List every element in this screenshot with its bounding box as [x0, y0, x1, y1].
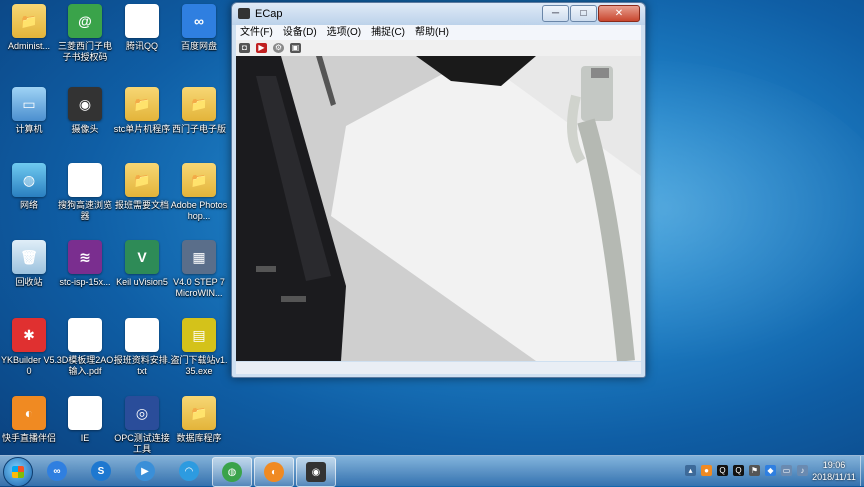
sogou-icon: S — [91, 461, 111, 481]
camera-icon: ◉ — [68, 87, 102, 121]
clock-date: 2018/11/11 — [812, 472, 856, 482]
weather-icon: ◠ — [179, 461, 199, 481]
folder-icon: 📁 — [182, 87, 216, 121]
image-icon[interactable]: ▣ — [290, 43, 301, 53]
desktop-icon-photoshop[interactable]: 📁 Adobe Photoshop... — [170, 163, 228, 222]
desktop-icon-computer[interactable]: ▭ 计算机 — [0, 87, 58, 135]
ie-icon: e — [68, 396, 102, 430]
document-icon: @ — [68, 4, 102, 38]
desktop-icon-ie[interactable]: e IE — [56, 396, 114, 444]
status-bar — [236, 362, 641, 374]
folder-icon: 📁 — [182, 396, 216, 430]
system-tray: ▴ ● Q Q ⚑ ◆ ▭ ♪ — [685, 465, 808, 476]
tray-shield-icon[interactable]: ◆ — [765, 465, 776, 476]
folder-icon: 📁 — [125, 87, 159, 121]
menu-capture[interactable]: 捕捉(C) — [371, 25, 405, 40]
close-button[interactable]: ✕ — [598, 5, 640, 22]
opc-icon: ◎ — [125, 396, 159, 430]
clock-time: 19:06 — [822, 460, 846, 470]
desktop-icon-database[interactable]: 📁 数据库程序 — [170, 396, 228, 444]
ykbuilder-icon: ✱ — [12, 318, 46, 352]
globe-icon: ◍ — [222, 462, 242, 482]
desktop-icon-pdf-file[interactable]: A 3D模板理2AO输入.pdf — [56, 318, 114, 377]
toolbar: ◘ ▶ ⚙ ▣ — [236, 40, 641, 57]
folder-icon: 📁 — [182, 163, 216, 197]
clock[interactable]: 19:06 2018/11/11 — [808, 459, 860, 483]
desktop-icon-kuaishou[interactable]: ◐ 快手直播伴侣 — [0, 396, 58, 444]
desktop-icon-txt-file[interactable]: ≡ 报班资料安排.txt — [113, 318, 171, 377]
installer-icon: ▤ — [182, 318, 216, 352]
desktop-icon-recycle-bin[interactable]: 🗑 回收站 — [0, 240, 58, 288]
taskbar-sogou-browser[interactable]: S — [82, 457, 120, 485]
text-file-icon: ≡ — [125, 318, 159, 352]
pdf-icon: A — [68, 318, 102, 352]
desktop-icon-ebook-license[interactable]: @ 三菱西门子电子书授权码 — [56, 4, 114, 63]
cloud-icon: ∞ — [182, 4, 216, 38]
tray-orange-icon[interactable]: ● — [701, 465, 712, 476]
stc-isp-icon: ≋ — [68, 240, 102, 274]
desktop-icon-opc-tool[interactable]: ◎ OPC测试连接工具 — [113, 396, 171, 455]
tray-monitor-icon[interactable]: ▭ — [781, 465, 792, 476]
maximize-button[interactable]: □ — [570, 5, 597, 22]
camera-icon: ◉ — [306, 462, 326, 482]
tray-volume-icon[interactable]: ♪ — [797, 465, 808, 476]
media-play-icon: ▶ — [135, 461, 155, 481]
menu-file[interactable]: 文件(F) — [240, 25, 273, 40]
keil-icon: V — [125, 240, 159, 274]
desktop-icon-stc-programs[interactable]: 📁 stc单片机程序 — [113, 87, 171, 135]
desktop-icon-ykbuilder[interactable]: ✱ YKBuilder V5.0 — [0, 318, 58, 377]
computer-icon: ▭ — [12, 87, 46, 121]
menu-help[interactable]: 帮助(H) — [415, 25, 449, 40]
camera-feed-image — [236, 56, 641, 361]
qq-penguin-icon: Q — [125, 4, 159, 38]
desktop-icon-exe-file[interactable]: ▤ 盗门下载站v1.35.exe — [170, 318, 228, 377]
taskbar-kuaishou[interactable]: ◐ — [254, 457, 294, 487]
desktop-icon-step7-microwin[interactable]: ▦ V4.0 STEP 7 MicroWIN... — [170, 240, 228, 299]
start-button[interactable] — [3, 457, 33, 487]
tray-flag-icon[interactable]: ⚑ — [749, 465, 760, 476]
desktop-icon-sogou-browser[interactable]: S 搜狗高速浏览器 — [56, 163, 114, 222]
menu-device[interactable]: 设备(D) — [283, 25, 317, 40]
desktop-icon-administrator[interactable]: 📁 Administ... — [0, 4, 58, 52]
folder-icon: 📁 — [12, 4, 46, 38]
cloud-icon: ∞ — [47, 461, 67, 481]
camera-preview — [236, 56, 641, 361]
menu-options[interactable]: 选项(O) — [327, 25, 361, 40]
folder-icon: 📁 — [125, 163, 159, 197]
desktop-icon-keil[interactable]: V Keil uVision5 — [113, 240, 171, 288]
kuaishou-icon: ◐ — [264, 462, 284, 482]
recycle-bin-icon: 🗑 — [12, 240, 46, 274]
desktop-icon-qq[interactable]: Q 腾讯QQ — [113, 4, 171, 52]
sogou-icon: S — [68, 163, 102, 197]
record-icon[interactable]: ▶ — [256, 43, 267, 53]
taskbar-ecap[interactable]: ◉ — [296, 457, 336, 487]
kuaishou-icon: ◐ — [12, 396, 46, 430]
taskbar-weather[interactable]: ◠ — [170, 457, 208, 485]
taskbar-media-player[interactable]: ▶ — [126, 457, 164, 485]
taskbar: ∞ S ▶ ◠ ◍ ◐ ◉ ▴ ● Q Q ⚑ ◆ ▭ ♪ 19:06 2018… — [0, 455, 864, 487]
tray-qq2-icon[interactable]: Q — [733, 465, 744, 476]
desktop-icon-network[interactable]: ◍ 网络 — [0, 163, 58, 211]
desktop-icon-siemens-edition[interactable]: 📁 西门子电子版 — [170, 87, 228, 135]
tray-qq-icon[interactable]: Q — [717, 465, 728, 476]
desktop-icon-stc-isp[interactable]: ≋ stc-isp-15x... — [56, 240, 114, 288]
show-desktop-button[interactable] — [860, 456, 864, 486]
ecap-window: ECap ─ □ ✕ 文件(F) 设备(D) 选项(O) 捕捉(C) 帮助(H)… — [231, 2, 646, 378]
microwin-icon: ▦ — [182, 240, 216, 274]
network-globe-icon: ◍ — [12, 163, 46, 197]
taskbar-baidu-netdisk[interactable]: ∞ — [38, 457, 76, 485]
snapshot-icon[interactable]: ◘ — [239, 43, 250, 53]
taskbar-network-app[interactable]: ◍ — [212, 457, 252, 487]
app-camera-icon — [238, 8, 250, 19]
window-titlebar[interactable]: ECap ─ □ ✕ — [232, 3, 645, 25]
desktop-icon-baidu-netdisk[interactable]: ∞ 百度网盘 — [170, 4, 228, 52]
menu-bar: 文件(F) 设备(D) 选项(O) 捕捉(C) 帮助(H) — [236, 25, 641, 40]
minimize-button[interactable]: ─ — [542, 5, 569, 22]
desktop-icon-camera[interactable]: ◉ 摄像头 — [56, 87, 114, 135]
tray-expand-icon[interactable]: ▴ — [685, 465, 696, 476]
windows-logo-icon — [12, 466, 24, 478]
window-title: ECap — [255, 8, 283, 20]
desktop-icon-class-documents[interactable]: 📁 报班需要文档 — [113, 163, 171, 211]
settings-icon[interactable]: ⚙ — [273, 43, 284, 53]
